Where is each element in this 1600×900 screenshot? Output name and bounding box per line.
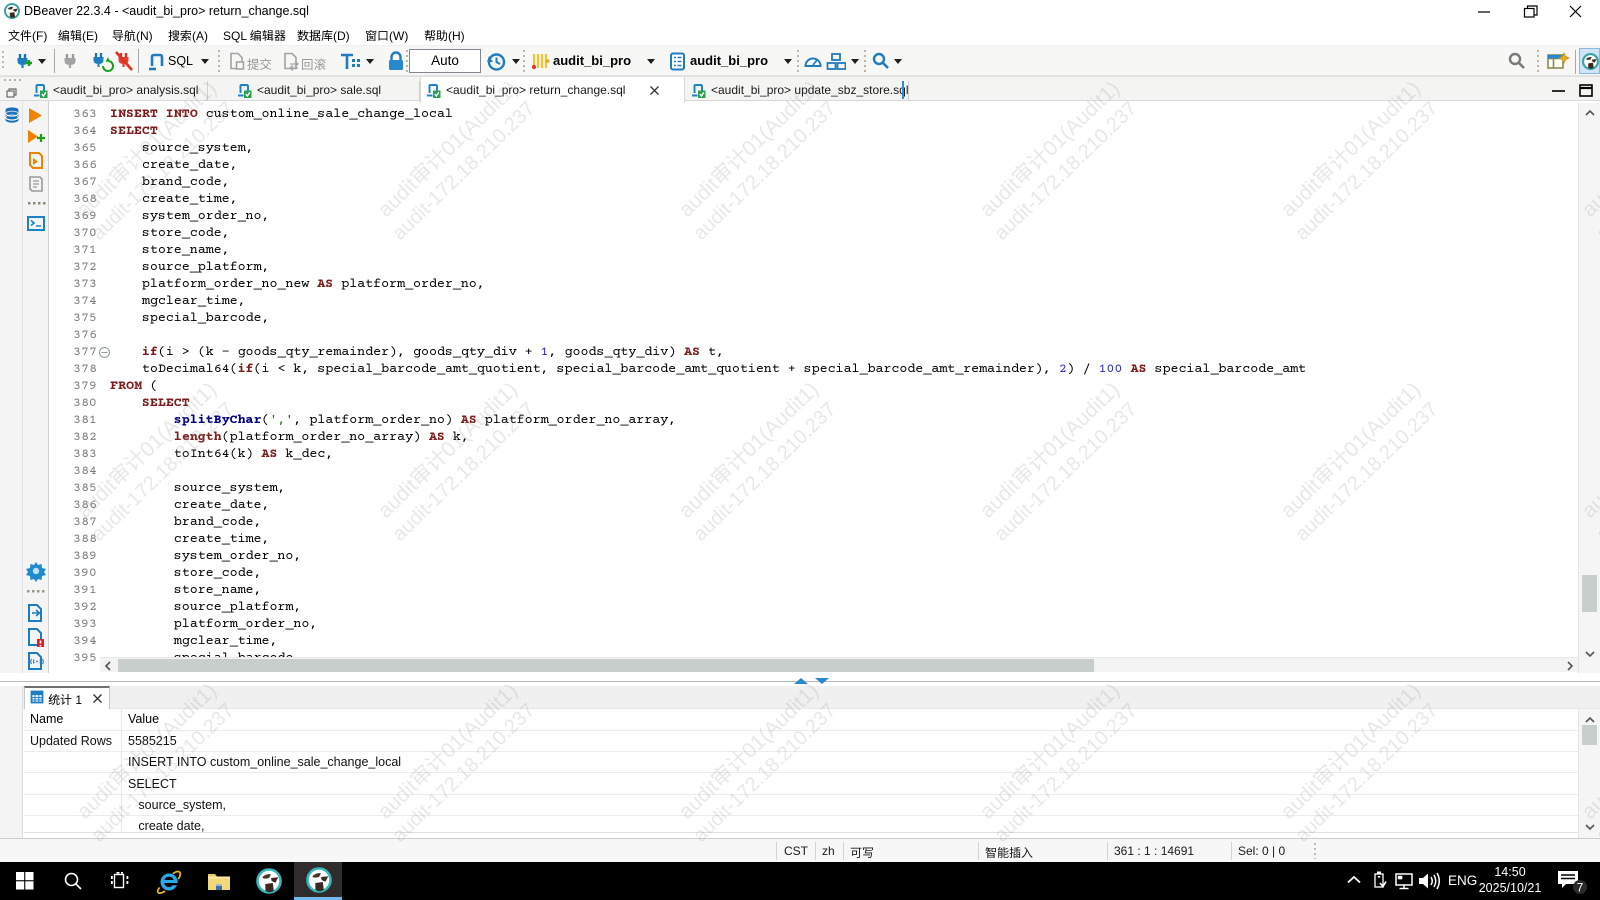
svg-text:7: 7 bbox=[1577, 881, 1584, 895]
